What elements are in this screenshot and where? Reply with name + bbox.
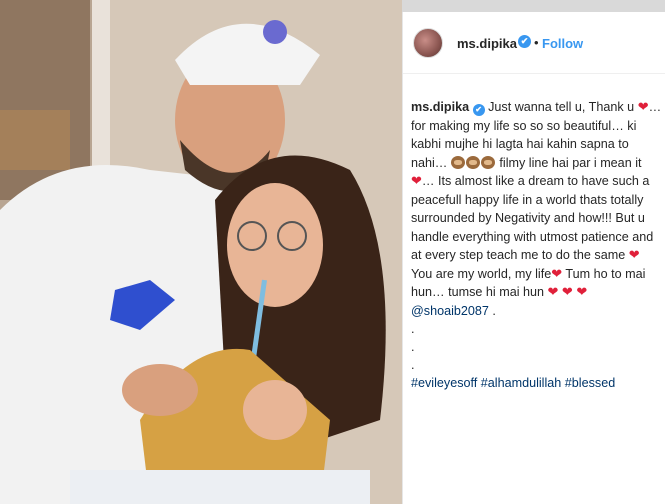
caption-text: … Its almost like a dream to have such a… <box>411 174 654 262</box>
caption-username[interactable]: ms.dipika <box>411 100 469 114</box>
heart-icon: ❤ <box>561 284 573 299</box>
follow-button[interactable]: Follow <box>542 36 583 51</box>
see-no-evil-monkey-icon <box>480 155 495 169</box>
heart-icon: ❤ <box>547 284 559 299</box>
hashtags-links[interactable]: #evileyesoff #alhamdulillah #blessed <box>411 376 615 390</box>
caption-dot: . <box>411 358 415 372</box>
see-no-evil-monkey-icon <box>450 155 465 169</box>
caption-text: filmy line hai par i mean it <box>495 155 642 170</box>
user-mention-link[interactable]: @shoaib2087 <box>411 304 489 318</box>
caption-text: Just wanna tell u, Thank u <box>484 100 638 114</box>
verified-badge-icon: ✔ <box>472 104 485 116</box>
see-no-evil-monkey-icon <box>465 155 480 169</box>
heart-icon: ❤ <box>628 247 640 262</box>
avatar[interactable] <box>413 28 443 58</box>
separator-dot: • <box>534 35 539 50</box>
caption-dot: . <box>411 322 415 336</box>
verified-badge-icon: ✔ <box>518 35 531 48</box>
caption-text: . <box>488 303 496 318</box>
heart-icon: ❤ <box>551 265 563 281</box>
post-side-panel: ms.dipika ✔ • Follow ms.dipika ✔ Just wa… <box>402 12 665 504</box>
caption-dot: . <box>411 340 415 354</box>
heart-icon: ❤ <box>637 99 649 114</box>
heart-icon: ❤ <box>411 173 422 188</box>
caption-text: You are my world, my life <box>411 266 552 281</box>
couple-photo-illustration <box>0 0 402 504</box>
heart-icon: ❤ <box>576 284 588 299</box>
post-photo[interactable] <box>0 0 402 504</box>
post-caption: ms.dipika ✔ Just wanna tell u, Thank u ❤… <box>411 98 663 393</box>
post-header: ms.dipika ✔ • Follow <box>403 12 665 74</box>
post-username[interactable]: ms.dipika <box>457 36 517 51</box>
